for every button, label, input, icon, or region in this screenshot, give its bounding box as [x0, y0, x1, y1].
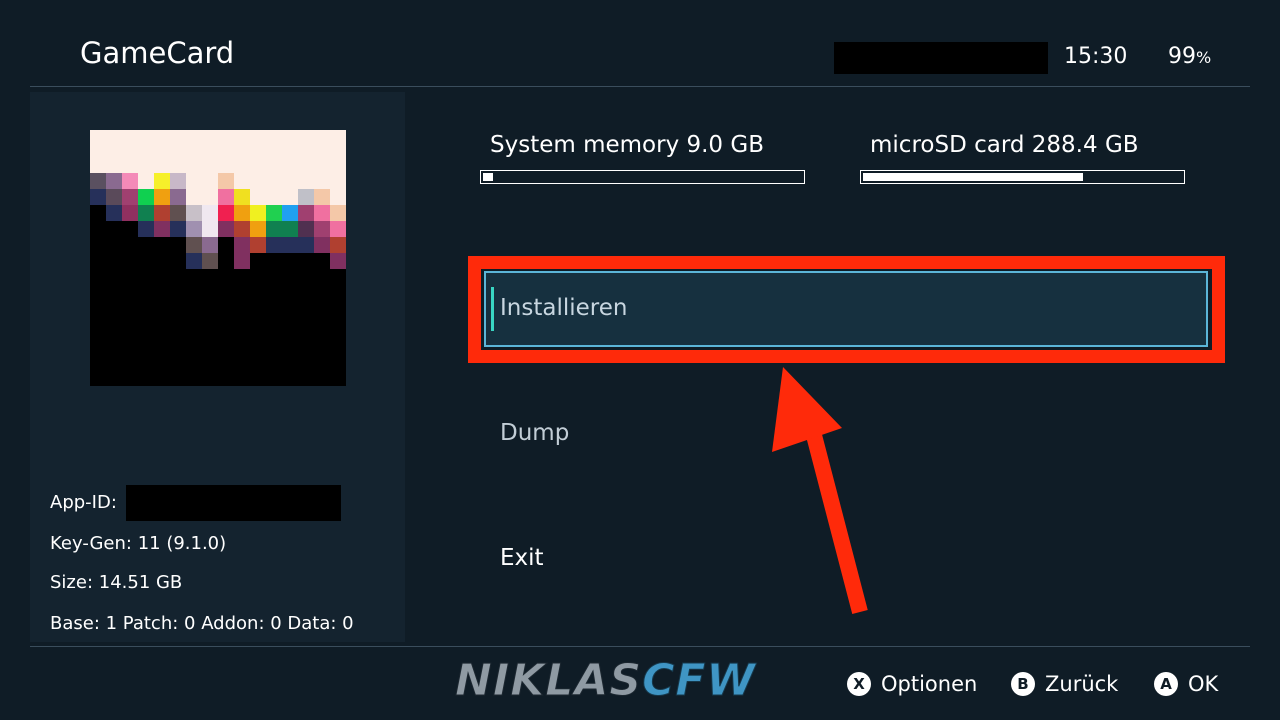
sd-card-fill	[863, 173, 1084, 181]
x-button-icon: X	[847, 672, 871, 696]
system-memory-bar	[480, 170, 805, 184]
logo-part-2: CFW	[642, 655, 756, 707]
b-button-icon: B	[1011, 672, 1035, 696]
battery-indicator: 99%	[1168, 44, 1211, 69]
hint-ok-label: OK	[1188, 672, 1219, 696]
hint-options[interactable]: X Optionen	[847, 672, 977, 696]
icon-pixel	[298, 130, 314, 173]
keygen-info: Key-Gen: 11 (9.1.0)	[50, 533, 227, 554]
system-memory-label: System memory 9.0 GB	[490, 132, 764, 158]
icon-pixel	[250, 301, 266, 328]
page-title: GameCard	[80, 36, 235, 70]
icon-pixel	[298, 301, 314, 328]
footer-divider	[30, 646, 1250, 647]
icon-pixel	[314, 301, 330, 328]
icon-pixel	[90, 301, 106, 328]
logo-part-1: NIKLAS	[454, 655, 643, 707]
icon-pixel	[218, 301, 234, 328]
icon-pixel	[90, 130, 106, 173]
icon-pixel	[202, 301, 218, 328]
icon-pixel	[186, 130, 202, 173]
clock: 15:30	[1064, 44, 1128, 69]
sd-card-label: microSD card 288.4 GB	[870, 132, 1139, 158]
contents-info: Base: 1 Patch: 0 Addon: 0 Data: 0	[50, 613, 354, 634]
annotation-highlight-frame	[468, 256, 1225, 363]
icon-pixel	[330, 301, 346, 328]
icon-pixel	[186, 301, 202, 328]
battery-unit: %	[1196, 48, 1212, 67]
hint-back[interactable]: B Zurück	[1011, 672, 1118, 696]
icon-pixel	[138, 301, 154, 328]
menu-item-exit[interactable]: Exit	[500, 545, 544, 571]
hint-back-label: Zurück	[1045, 672, 1119, 696]
icon-pixel	[234, 301, 250, 328]
redacted-username-box	[834, 42, 1048, 74]
icon-pixel	[138, 130, 154, 173]
hint-options-label: Optionen	[881, 672, 978, 696]
icon-pixel	[330, 130, 346, 173]
sd-card-bar	[860, 170, 1185, 184]
icon-pixel	[314, 130, 330, 173]
menu-item-dump[interactable]: Dump	[500, 420, 569, 446]
system-memory-fill	[483, 173, 493, 181]
icon-pixel	[122, 130, 138, 173]
hint-ok[interactable]: A OK	[1154, 672, 1218, 696]
icon-pixel	[234, 130, 250, 173]
icon-pixel	[170, 130, 186, 173]
icon-pixel	[154, 130, 170, 173]
icon-pixel	[282, 130, 298, 173]
game-icon	[90, 130, 346, 386]
icon-pixel	[202, 130, 218, 173]
app-id-label: App-ID:	[50, 492, 117, 513]
icon-pixel	[282, 301, 298, 328]
icon-pixel	[154, 301, 170, 328]
icon-pixel	[218, 130, 234, 173]
icon-pixel	[266, 301, 282, 328]
icon-pixel	[250, 130, 266, 173]
header-divider	[30, 86, 1250, 87]
icon-pixel	[106, 301, 122, 328]
icon-pixel	[266, 130, 282, 173]
size-info: Size: 14.51 GB	[50, 572, 183, 593]
watermark-logo: NIKLASCFW	[454, 655, 756, 707]
battery-value: 99	[1168, 44, 1196, 69]
redacted-app-id	[126, 485, 341, 521]
a-button-icon: A	[1154, 672, 1178, 696]
icon-pixel	[106, 130, 122, 173]
icon-pixel	[122, 301, 138, 328]
icon-pixel	[170, 301, 186, 328]
